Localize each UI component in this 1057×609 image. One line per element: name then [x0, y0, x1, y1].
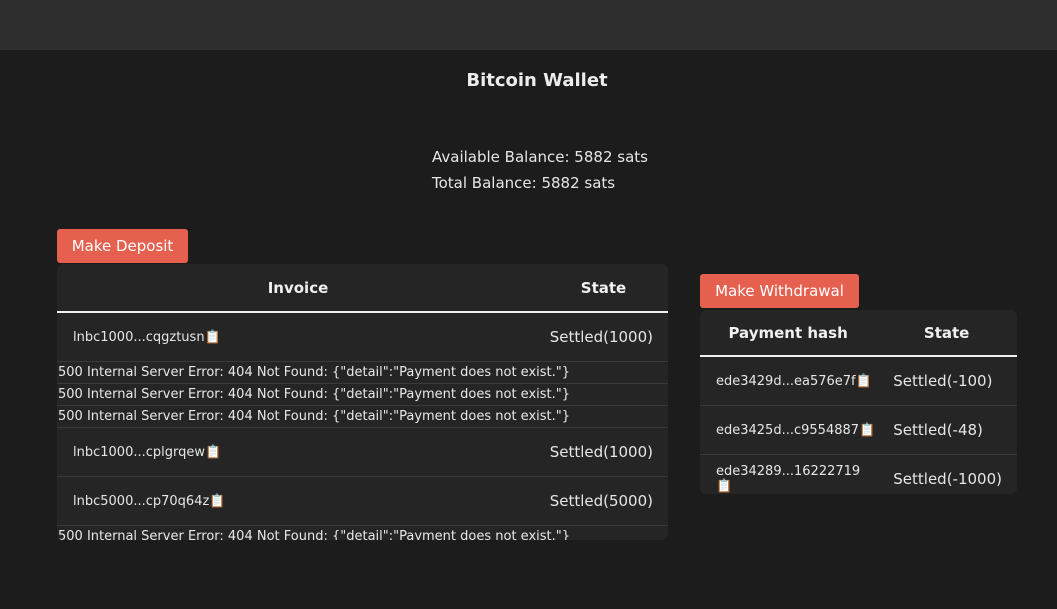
withdrawal-state: Settled(-48)	[876, 405, 1017, 455]
error-row: 500 Internal Server Error: 404 Not Found…	[57, 405, 668, 428]
top-bar	[0, 0, 1057, 50]
invoice-id: lnbc1000...cqgztusn	[73, 329, 205, 345]
deposit-table: Invoice State lnbc1000...cqgztusn📋 Settl…	[57, 264, 668, 540]
invoice-row: lnbc5000...cp70q64z📋 Settled(5000)	[57, 476, 668, 526]
invoice-id: lnbc5000...cp70q64z	[73, 493, 210, 509]
deposit-table-header: Invoice State	[57, 264, 668, 313]
column-header-state: State	[539, 264, 668, 313]
withdrawal-state: Settled(-100)	[876, 356, 1017, 406]
make-withdrawal-button[interactable]: Make Withdrawal	[700, 274, 859, 308]
deposit-table-card: Invoice State lnbc1000...cqgztusn📋 Settl…	[57, 264, 668, 540]
clipboard-icon[interactable]: 📋	[205, 445, 221, 460]
withdrawal-table: Payment hash State ede3429d...ea576e7f📋 …	[700, 310, 1017, 494]
withdrawal-row: ede3425d...c9554887📋 Settled(-48)	[700, 405, 1017, 455]
clipboard-icon[interactable]: 📋	[716, 479, 732, 494]
invoice-state: Settled(1000)	[539, 312, 668, 362]
available-balance: Available Balance: 5882 sats	[432, 148, 648, 166]
withdrawal-table-card: Payment hash State ede3429d...ea576e7f📋 …	[700, 310, 1017, 494]
error-message: 500 Internal Server Error: 404 Not Found…	[57, 405, 668, 428]
invoice-row: lnbc1000...cqgztusn📋 Settled(1000)	[57, 312, 668, 362]
column-header-invoice: Invoice	[57, 264, 539, 313]
payment-hash: ede3429d...ea576e7f	[716, 373, 856, 389]
make-deposit-button[interactable]: Make Deposit	[57, 229, 188, 263]
clipboard-icon[interactable]: 📋	[205, 330, 221, 345]
error-row: 500 Internal Server Error: 404 Not Found…	[57, 526, 668, 540]
withdrawal-state: Settled(-1000)	[893, 470, 1002, 488]
withdrawal-row: ede34289...16222719📋 Settled(-1000)	[700, 455, 1017, 494]
error-row: 500 Internal Server Error: 404 Not Found…	[57, 383, 668, 406]
withdrawal-row: ede3429d...ea576e7f📋 Settled(-100)	[700, 356, 1017, 406]
withdrawal-table-header: Payment hash State	[700, 310, 1017, 357]
total-balance: Total Balance: 5882 sats	[432, 174, 616, 192]
column-header-payment-hash: Payment hash	[700, 310, 877, 357]
clipboard-icon[interactable]: 📋	[859, 423, 875, 438]
clipboard-icon[interactable]: 📋	[209, 494, 225, 509]
payment-hash: ede34289...16222719	[716, 464, 861, 479]
invoice-state: Settled(5000)	[539, 476, 668, 526]
page-title: Bitcoin Wallet	[466, 70, 608, 91]
invoice-id: lnbc1000...cplgrqew	[73, 444, 205, 460]
payment-hash: ede3425d...c9554887	[716, 422, 860, 438]
error-row: 500 Internal Server Error: 404 Not Found…	[57, 361, 668, 384]
error-message: 500 Internal Server Error: 404 Not Found…	[57, 383, 668, 406]
error-message: 500 Internal Server Error: 404 Not Found…	[57, 361, 668, 384]
column-header-state: State	[876, 310, 1017, 357]
invoice-state: Settled(1000)	[539, 427, 668, 477]
clipboard-icon[interactable]: 📋	[856, 374, 872, 389]
invoice-row: lnbc1000...cplgrqew📋 Settled(1000)	[57, 427, 668, 477]
error-message: 500 Internal Server Error: 404 Not Found…	[58, 529, 571, 540]
